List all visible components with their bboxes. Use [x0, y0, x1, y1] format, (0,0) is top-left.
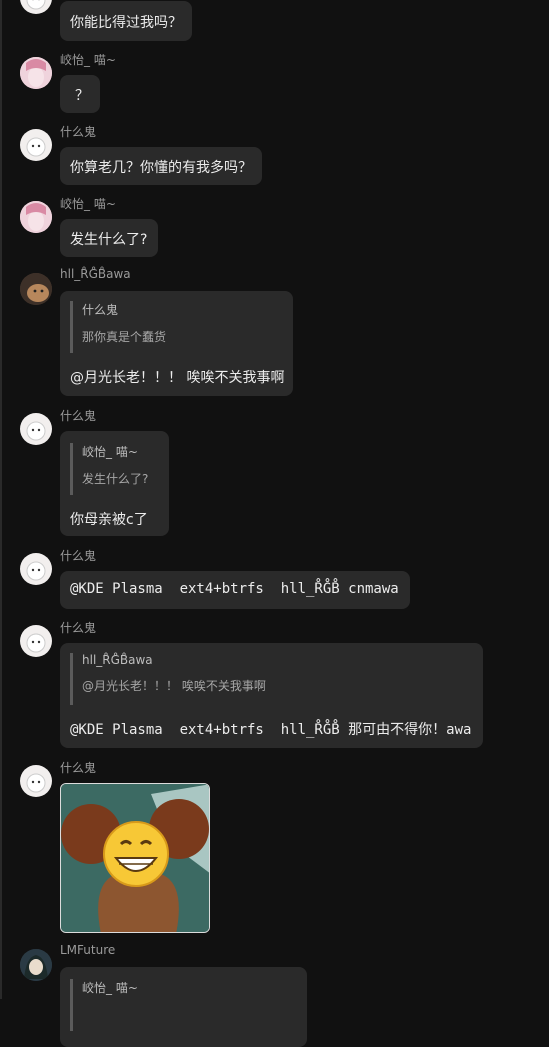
avatar-shenmegui[interactable]: [20, 0, 52, 14]
message-text: 发生什么了?: [70, 229, 147, 249]
message-text: ？: [75, 85, 89, 105]
quoted-message[interactable]: 什么鬼 那你真是个蠢货: [70, 301, 166, 353]
sender-name[interactable]: 峧怡_ 喵~: [60, 51, 116, 68]
quoted-sender: 什么鬼: [82, 301, 166, 318]
quoted-text: @月光长老！！！ 唉唉不关我事啊: [82, 677, 266, 694]
sender-name[interactable]: 什么鬼: [60, 123, 96, 140]
message-bubble[interactable]: 你能比得过我吗？: [60, 1, 192, 41]
message-text: @月光长老！！！ 唉唉不关我事啊: [70, 367, 284, 387]
message-bubble[interactable]: 你算老几？你懂的有我多吗？: [60, 147, 262, 185]
avatar-shenmegui[interactable]: [20, 413, 52, 445]
sender-name[interactable]: 什么鬼: [60, 759, 96, 776]
avatar-shenmegui[interactable]: [20, 129, 52, 161]
quoted-text: 发生什么了?: [82, 470, 148, 487]
message-text: 你母亲被c了: [70, 509, 148, 529]
avatar-lmfuture[interactable]: [20, 949, 52, 981]
avatar-jiaoyi[interactable]: [20, 57, 52, 89]
reply-bubble[interactable]: 峧怡_ 喵~ 发生什么了? 你母亲被c了: [60, 431, 169, 536]
message-bubble[interactable]: @KDE Plasma ext4+btrfs hll_R̊G̊B̊ cnmawa: [60, 571, 410, 609]
reply-bubble[interactable]: 什么鬼 那你真是个蠢货 @月光长老！！！ 唉唉不关我事啊: [60, 291, 293, 396]
quoted-text: 那你真是个蠢货: [82, 328, 166, 345]
avatar-hll[interactable]: [20, 273, 52, 305]
sender-name[interactable]: 峧怡_ 喵~: [60, 195, 116, 212]
reply-bubble[interactable]: hll_R̊G̊B̊awa @月光长老！！！ 唉唉不关我事啊 @KDE Plas…: [60, 643, 483, 748]
sender-name[interactable]: 什么鬼: [60, 547, 96, 564]
quoted-sender: hll_R̊G̊B̊awa: [82, 653, 266, 667]
avatar-shenmegui[interactable]: [20, 625, 52, 657]
quoted-message[interactable]: hll_R̊G̊B̊awa @月光长老！！！ 唉唉不关我事啊: [70, 653, 266, 705]
avatar-shenmegui[interactable]: [20, 553, 52, 585]
message-bubble[interactable]: 发生什么了?: [60, 219, 158, 257]
message-text: 你算老几？你懂的有我多吗？: [70, 157, 252, 177]
sender-name[interactable]: hll_R̊G̊B̊awa: [60, 267, 131, 281]
message-text: @KDE Plasma ext4+btrfs hll_R̊G̊B̊ 那可由不得你…: [70, 719, 471, 739]
sender-name[interactable]: 什么鬼: [60, 619, 96, 636]
quoted-sender: 峧怡_ 喵~: [82, 979, 138, 996]
quoted-sender: 峧怡_ 喵~: [82, 443, 148, 460]
quoted-message[interactable]: 峧怡_ 喵~: [70, 979, 138, 1031]
avatar-shenmegui[interactable]: [20, 765, 52, 797]
grinning-mouse-sticker[interactable]: [60, 783, 210, 933]
message-text: @KDE Plasma ext4+btrfs hll_R̊G̊B̊ cnmawa: [70, 581, 399, 597]
sender-name[interactable]: LMFuture: [60, 943, 115, 957]
message-text: 你能比得过我吗？: [70, 12, 182, 32]
reply-bubble[interactable]: 峧怡_ 喵~: [60, 967, 307, 1047]
sender-name[interactable]: 什么鬼: [60, 407, 96, 424]
quoted-message[interactable]: 峧怡_ 喵~ 发生什么了?: [70, 443, 148, 495]
message-bubble[interactable]: ？: [60, 75, 100, 113]
chat-left-border: [0, 0, 2, 999]
avatar-jiaoyi[interactable]: [20, 201, 52, 233]
